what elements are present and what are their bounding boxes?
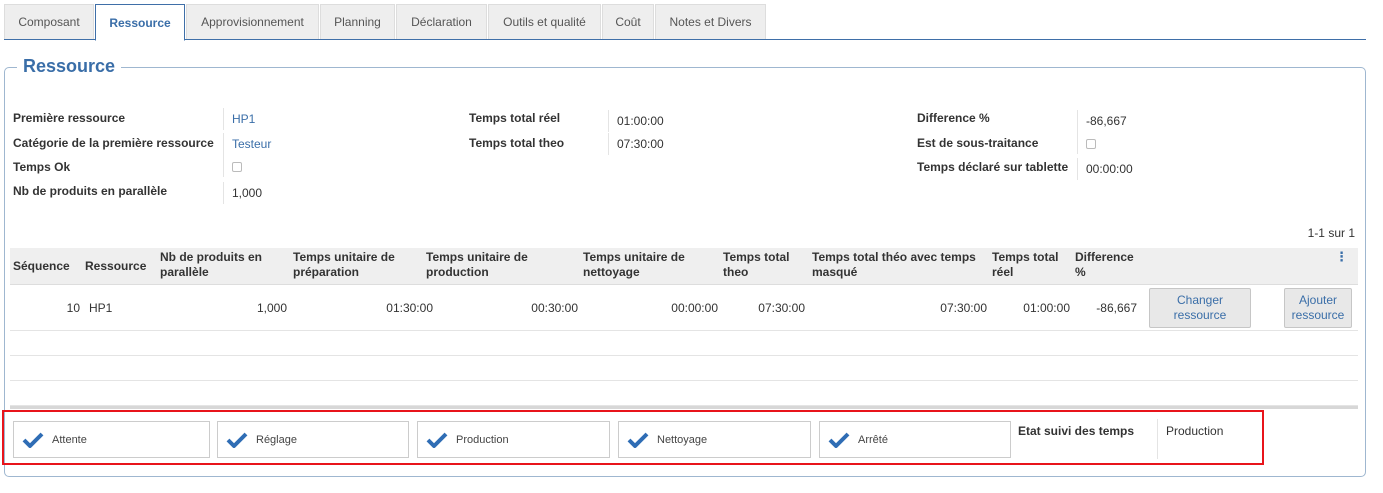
value-categorie[interactable]: Testeur: [223, 133, 271, 155]
status-reglage-label: Réglage: [256, 433, 297, 446]
label-sous-traitance: Est de sous-traitance: [917, 136, 1039, 150]
check-icon: [828, 432, 850, 448]
check-icon: [226, 432, 248, 448]
cell-t-total-theo-masque: 07:30:00: [940, 301, 987, 315]
check-icon: [627, 432, 649, 448]
status-arrete-label: Arrêté: [858, 433, 888, 446]
label-categorie: Catégorie de la première ressource: [13, 136, 214, 150]
cell-t-total-theo: 07:30:00: [758, 301, 805, 315]
label-nb-produits: Nb de produits en parallèle: [13, 184, 168, 198]
status-attente[interactable]: Attente: [13, 421, 210, 458]
status-production-label: Production: [456, 433, 509, 446]
cell-difference: -86,667: [1096, 301, 1137, 315]
value-nb-produits: 1,000: [223, 182, 262, 204]
tab-declaration[interactable]: Déclaration: [396, 4, 487, 39]
value-premiere-ressource[interactable]: HP1: [223, 108, 255, 130]
cell-t-total-reel: 01:00:00: [1023, 301, 1070, 315]
tab-composant[interactable]: Composant: [4, 4, 94, 39]
value-difference: -86,667: [1077, 110, 1127, 132]
changer-ressource-button[interactable]: Changer ressource: [1149, 288, 1251, 328]
value-temps-total-reel: 01:00:00: [608, 110, 664, 132]
check-icon: [426, 432, 448, 448]
status-nettoyage-label: Nettoyage: [657, 433, 708, 446]
temps-ok-field: [223, 155, 242, 177]
col-t-total-reel[interactable]: Temps total réel: [992, 250, 1072, 280]
col-t-production[interactable]: Temps unitaire de production: [426, 250, 556, 280]
section-title: Ressource: [17, 56, 122, 77]
tab-approvisionnement[interactable]: Approvisionnement: [186, 4, 319, 39]
table-footer-divider: [10, 406, 1358, 409]
cell-nb-produits: 1,000: [256, 301, 287, 315]
kebab-menu-icon[interactable]: ⋮: [1335, 249, 1348, 265]
table-header: Séquence Ressource Nb de produits en par…: [10, 248, 1358, 285]
status-nettoyage[interactable]: Nettoyage: [618, 421, 811, 458]
status-attente-label: Attente: [52, 433, 87, 446]
empty-row: [10, 331, 1358, 356]
empty-row: [10, 356, 1358, 381]
value-temps-tablette: 00:00:00: [1077, 158, 1133, 180]
status-production[interactable]: Production: [417, 421, 610, 458]
status-arrete[interactable]: Arrêté: [819, 421, 1011, 458]
temps-ok-checkbox[interactable]: [232, 161, 242, 172]
status-reglage[interactable]: Réglage: [217, 421, 409, 458]
ajouter-ressource-button[interactable]: Ajouter ressource: [1284, 288, 1352, 328]
col-t-preparation[interactable]: Temps unitaire de préparation: [293, 250, 423, 280]
tab-outils-qualite[interactable]: Outils et qualité: [488, 4, 601, 39]
empty-row: [10, 381, 1358, 406]
cell-t-nettoyage: 00:00:00: [671, 301, 718, 315]
tab-notes-divers[interactable]: Notes et Divers: [655, 4, 766, 39]
tab-cout[interactable]: Coût: [602, 4, 654, 39]
sous-traitance-field: [1077, 132, 1096, 154]
label-difference: Difference %: [917, 111, 990, 125]
col-t-total-theo-masque[interactable]: Temps total théo avec temps masqué: [812, 250, 987, 280]
col-t-total-theo[interactable]: Temps total theo: [723, 250, 803, 280]
col-sequence[interactable]: Séquence: [13, 259, 70, 274]
table-row[interactable]: 10 HP1 1,000 01:30:00 00:30:00 00:00:00 …: [10, 285, 1358, 331]
label-premiere-ressource: Première ressource: [13, 111, 126, 125]
tab-ressource[interactable]: Ressource: [95, 4, 185, 41]
ressource-table: Séquence Ressource Nb de produits en par…: [10, 248, 1358, 406]
check-icon: [22, 432, 44, 448]
cell-t-production: 00:30:00: [531, 301, 578, 315]
col-nb-produits[interactable]: Nb de produits en parallèle: [160, 250, 280, 280]
tab-bar: Composant Ressource Approvisionnement Pl…: [4, 4, 1366, 41]
tab-planning[interactable]: Planning: [320, 4, 395, 39]
col-difference[interactable]: Difference %: [1075, 250, 1145, 280]
label-temps-ok: Temps Ok: [13, 160, 71, 174]
cell-ressource: HP1: [89, 301, 113, 315]
cell-t-preparation: 01:30:00: [386, 301, 433, 315]
pager: 1-1 sur 1: [1307, 226, 1355, 240]
label-temps-total-theo: Temps total theo: [469, 136, 565, 150]
label-temps-total-reel: Temps total réel: [469, 111, 561, 125]
label-temps-tablette: Temps déclaré sur tablette: [917, 160, 1069, 174]
value-temps-total-theo: 07:30:00: [608, 133, 664, 155]
sous-traitance-checkbox[interactable]: [1086, 138, 1096, 149]
etat-suivi-label: Etat suivi des temps: [1018, 424, 1135, 438]
col-ressource[interactable]: Ressource: [85, 259, 146, 274]
etat-suivi-value: Production: [1157, 419, 1223, 459]
cell-sequence: 10: [66, 301, 80, 315]
col-t-nettoyage[interactable]: Temps unitaire de nettoyage: [583, 250, 713, 280]
